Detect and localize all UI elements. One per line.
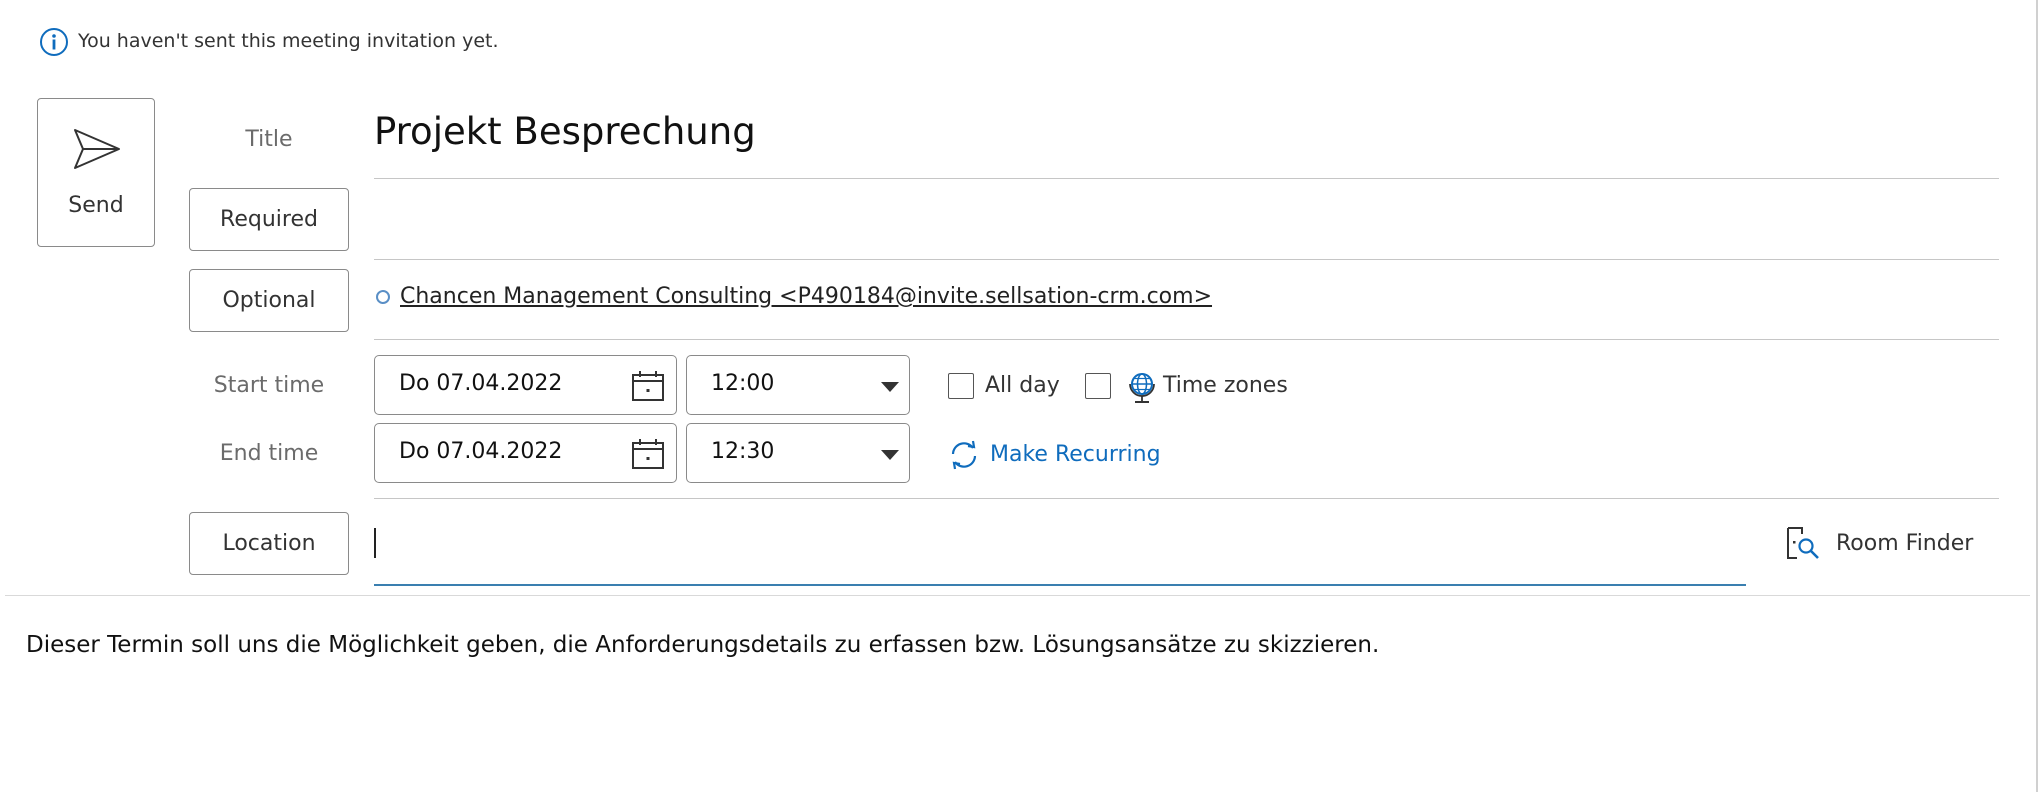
end-time-dropdown[interactable]: 12:30 [686, 423, 910, 483]
make-recurring-link[interactable]: Make Recurring [990, 442, 1161, 467]
time-zones-checkbox[interactable] [1085, 373, 1111, 399]
start-time-value: 12:00 [711, 371, 775, 396]
end-date-value: Do 07.04.2022 [399, 439, 563, 464]
time-zones-label[interactable]: Time zones [1163, 373, 1288, 398]
time-divider [374, 498, 1999, 499]
recurring-icon[interactable] [948, 440, 980, 470]
all-day-checkbox[interactable] [948, 373, 974, 399]
body-divider [5, 595, 2030, 596]
send-button[interactable]: Send [37, 98, 155, 247]
location-input[interactable] [374, 518, 1746, 586]
send-icon [74, 129, 120, 169]
start-date-value: Do 07.04.2022 [399, 371, 563, 396]
presence-status-icon [376, 290, 390, 304]
meeting-body-text[interactable]: Dieser Termin soll uns die Möglichkeit g… [26, 632, 1379, 658]
end-date-picker[interactable]: Do 07.04.2022 [374, 423, 677, 483]
title-divider [374, 178, 1999, 179]
required-divider [374, 259, 1999, 260]
room-finder-button[interactable]: Room Finder [1836, 531, 1973, 556]
end-time-label: End time [219, 441, 319, 466]
room-finder-icon[interactable] [1785, 526, 1821, 562]
optional-attendee[interactable]: Chancen Management Consulting <P490184@i… [400, 284, 1212, 309]
optional-button[interactable]: Optional [189, 269, 349, 332]
text-cursor [374, 528, 376, 558]
end-time-value: 12:30 [711, 439, 775, 464]
globe-icon [1129, 373, 1155, 403]
start-date-picker[interactable]: Do 07.04.2022 [374, 355, 677, 415]
scrollbar-edge [2036, 0, 2038, 792]
title-label: Title [245, 127, 293, 152]
calendar-icon[interactable] [631, 438, 665, 470]
chevron-down-icon[interactable] [881, 382, 899, 392]
title-input[interactable]: Projekt Besprechung [374, 110, 756, 153]
chevron-down-icon[interactable] [881, 450, 899, 460]
optional-divider [374, 339, 1999, 340]
meeting-invitation-form: You haven't sent this meeting invitation… [0, 0, 2042, 792]
calendar-icon[interactable] [631, 370, 665, 402]
all-day-label[interactable]: All day [985, 373, 1060, 398]
info-icon [40, 28, 68, 56]
send-label: Send [68, 193, 124, 218]
start-time-label: Start time [213, 373, 325, 398]
required-button[interactable]: Required [189, 188, 349, 251]
location-button[interactable]: Location [189, 512, 349, 575]
info-message: You haven't sent this meeting invitation… [78, 30, 499, 52]
start-time-dropdown[interactable]: 12:00 [686, 355, 910, 415]
